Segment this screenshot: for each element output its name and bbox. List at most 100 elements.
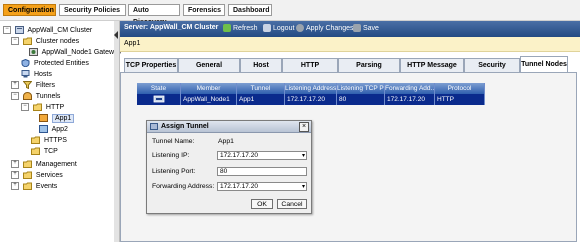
folder-icon xyxy=(22,37,32,46)
top-nav: Configuration Security Policies Auto Dis… xyxy=(0,0,580,26)
cell-protocol: HTTP xyxy=(435,94,485,105)
cell-state xyxy=(137,94,181,105)
col-forwarding-address[interactable]: Forwarding Add... xyxy=(385,83,435,94)
logout-button[interactable]: Logout xyxy=(263,24,294,32)
nav-configuration[interactable]: Configuration xyxy=(3,4,56,16)
refresh-icon xyxy=(223,24,231,32)
tree-node-protected-entities[interactable]: Protected Entities xyxy=(21,59,89,69)
node-state-icon xyxy=(153,95,164,103)
tree-node-events[interactable]: + Events xyxy=(11,182,57,192)
expand-icon[interactable]: + xyxy=(11,81,19,90)
cell-member: AppWall_Node1 xyxy=(181,94,237,105)
cell-forwarding-address: 172.17.17.20 xyxy=(385,94,435,105)
tab-security-bypass[interactable]: Security Bypass xyxy=(464,58,520,83)
server-icon xyxy=(14,26,24,35)
apply-icon xyxy=(296,24,304,32)
dialog-title: Assign Tunnel xyxy=(161,123,209,130)
tab-tunnel-nodes[interactable]: Tunnel Nodes xyxy=(520,56,568,72)
host-icon xyxy=(21,70,30,78)
folder-icon xyxy=(31,147,40,156)
folder-icon xyxy=(32,103,42,112)
forwarding-address-select[interactable]: 172.17.17.20 ▾ xyxy=(217,182,307,191)
app-icon xyxy=(39,125,48,134)
tunnel-name-value: App1 xyxy=(218,138,234,145)
table-row[interactable]: AppWall_Node1 App1 172.17.17.20 80 172.1… xyxy=(137,94,485,105)
table-header: State Member Tunnel Listening Address Li… xyxy=(137,83,485,94)
tunnel-icon xyxy=(22,92,32,101)
gateway-icon xyxy=(29,48,38,57)
col-state[interactable]: State xyxy=(137,83,181,94)
tunnel-name-label: Tunnel Name: xyxy=(152,138,195,145)
chevron-down-icon[interactable]: ▾ xyxy=(302,152,305,160)
save-button[interactable]: Save xyxy=(353,24,379,32)
collapse-icon[interactable]: − xyxy=(11,37,19,46)
dialog-app-icon xyxy=(150,123,158,130)
filter-icon xyxy=(22,81,32,90)
nav-forensics[interactable]: Forensics xyxy=(183,4,225,16)
tree-node-app1[interactable]: App1 xyxy=(39,114,75,124)
tree-node-management[interactable]: + Management xyxy=(11,160,77,170)
expand-icon[interactable]: + xyxy=(11,171,19,180)
col-tunnel[interactable]: Tunnel xyxy=(237,83,285,94)
expand-icon[interactable]: + xyxy=(11,182,19,191)
col-listening-port[interactable]: Listening TCP Port xyxy=(337,83,385,94)
dialog-titlebar[interactable]: Assign Tunnel × xyxy=(147,121,311,133)
collapse-icon[interactable]: − xyxy=(11,92,19,101)
collapse-icon[interactable]: − xyxy=(21,103,29,112)
tab-http-message-size[interactable]: HTTP Message Size xyxy=(400,58,464,83)
tab-bar: TCP Properties General Properties Host N… xyxy=(120,56,580,83)
forwarding-address-label: Forwarding Address: xyxy=(152,183,215,190)
tree-node-app2[interactable]: App2 xyxy=(39,125,68,135)
tree-node-filters[interactable]: + Filters xyxy=(11,81,55,91)
tree-node-cluster-nodes[interactable]: − Cluster nodes xyxy=(11,37,79,47)
tab-http-properties[interactable]: HTTP Properties xyxy=(282,58,338,83)
assign-tunnel-dialog: Assign Tunnel × Tunnel Name: App1 Listen… xyxy=(146,120,312,214)
tab-host-names[interactable]: Host Names xyxy=(240,58,282,83)
app-icon xyxy=(39,114,48,123)
tab-general-properties[interactable]: General Properties xyxy=(178,58,240,83)
tree-node-hosts[interactable]: Hosts xyxy=(21,70,52,80)
nav-auto-discovery[interactable]: Auto Discovery xyxy=(128,4,180,26)
listening-port-label: Listening Port: xyxy=(152,168,196,175)
apply-changes-button[interactable]: Apply Changes xyxy=(296,24,353,32)
breadcrumb: App1 xyxy=(120,37,580,52)
server-toolbar: Server: AppWall_CM Cluster Refresh Logou… xyxy=(120,21,580,37)
ok-button[interactable]: OK xyxy=(251,199,273,209)
tree-node-services[interactable]: + Services xyxy=(11,171,63,181)
folder-icon xyxy=(22,171,32,180)
server-title: Server: AppWall_CM Cluster xyxy=(124,24,219,31)
navigation-tree: − AppWall_CM Cluster − Cluster nodes App… xyxy=(0,21,121,242)
cancel-button[interactable]: Cancel xyxy=(277,199,307,209)
listening-ip-select[interactable]: 172.17.17.20 ▾ xyxy=(217,151,307,160)
cell-listening-port: 80 xyxy=(337,94,385,105)
nav-dashboard[interactable]: Dashboard xyxy=(228,4,272,16)
tree-node-https[interactable]: HTTPS xyxy=(31,136,67,146)
logout-icon xyxy=(263,24,271,32)
folder-icon xyxy=(22,160,32,169)
col-listening-address[interactable]: Listening Address xyxy=(285,83,337,94)
tree-node-tunnels[interactable]: − Tunnels xyxy=(11,92,60,102)
close-icon[interactable]: × xyxy=(299,122,309,132)
collapse-arrow-icon[interactable] xyxy=(114,31,118,39)
refresh-button[interactable]: Refresh xyxy=(223,24,258,32)
expand-icon[interactable]: + xyxy=(11,160,19,169)
tree-node-tcp[interactable]: TCP xyxy=(31,147,58,157)
nav-security-policies[interactable]: Security Policies xyxy=(59,4,126,16)
tree-node-gateway[interactable]: AppWall_Node1 Gateway xyxy=(29,48,121,58)
chevron-down-icon[interactable]: ▾ xyxy=(302,183,305,191)
shield-icon xyxy=(21,59,30,68)
col-member[interactable]: Member xyxy=(181,83,237,94)
tree-node-http[interactable]: − HTTP xyxy=(21,103,64,113)
cell-listening-address: 172.17.17.20 xyxy=(285,94,337,105)
save-icon xyxy=(353,24,361,32)
cell-tunnel: App1 xyxy=(237,94,285,105)
col-protocol[interactable]: Protocol xyxy=(435,83,485,94)
listening-port-input[interactable]: 80 xyxy=(217,167,307,176)
tab-tcp-properties[interactable]: TCP Properties xyxy=(124,58,178,72)
folder-icon xyxy=(22,182,32,191)
tab-parsing-properties[interactable]: Parsing Properties xyxy=(338,58,400,83)
listening-ip-label: Listening IP: xyxy=(152,152,190,159)
folder-icon xyxy=(31,136,40,145)
tree-node-root[interactable]: − AppWall_CM Cluster xyxy=(3,26,92,36)
collapse-icon[interactable]: − xyxy=(3,26,11,35)
